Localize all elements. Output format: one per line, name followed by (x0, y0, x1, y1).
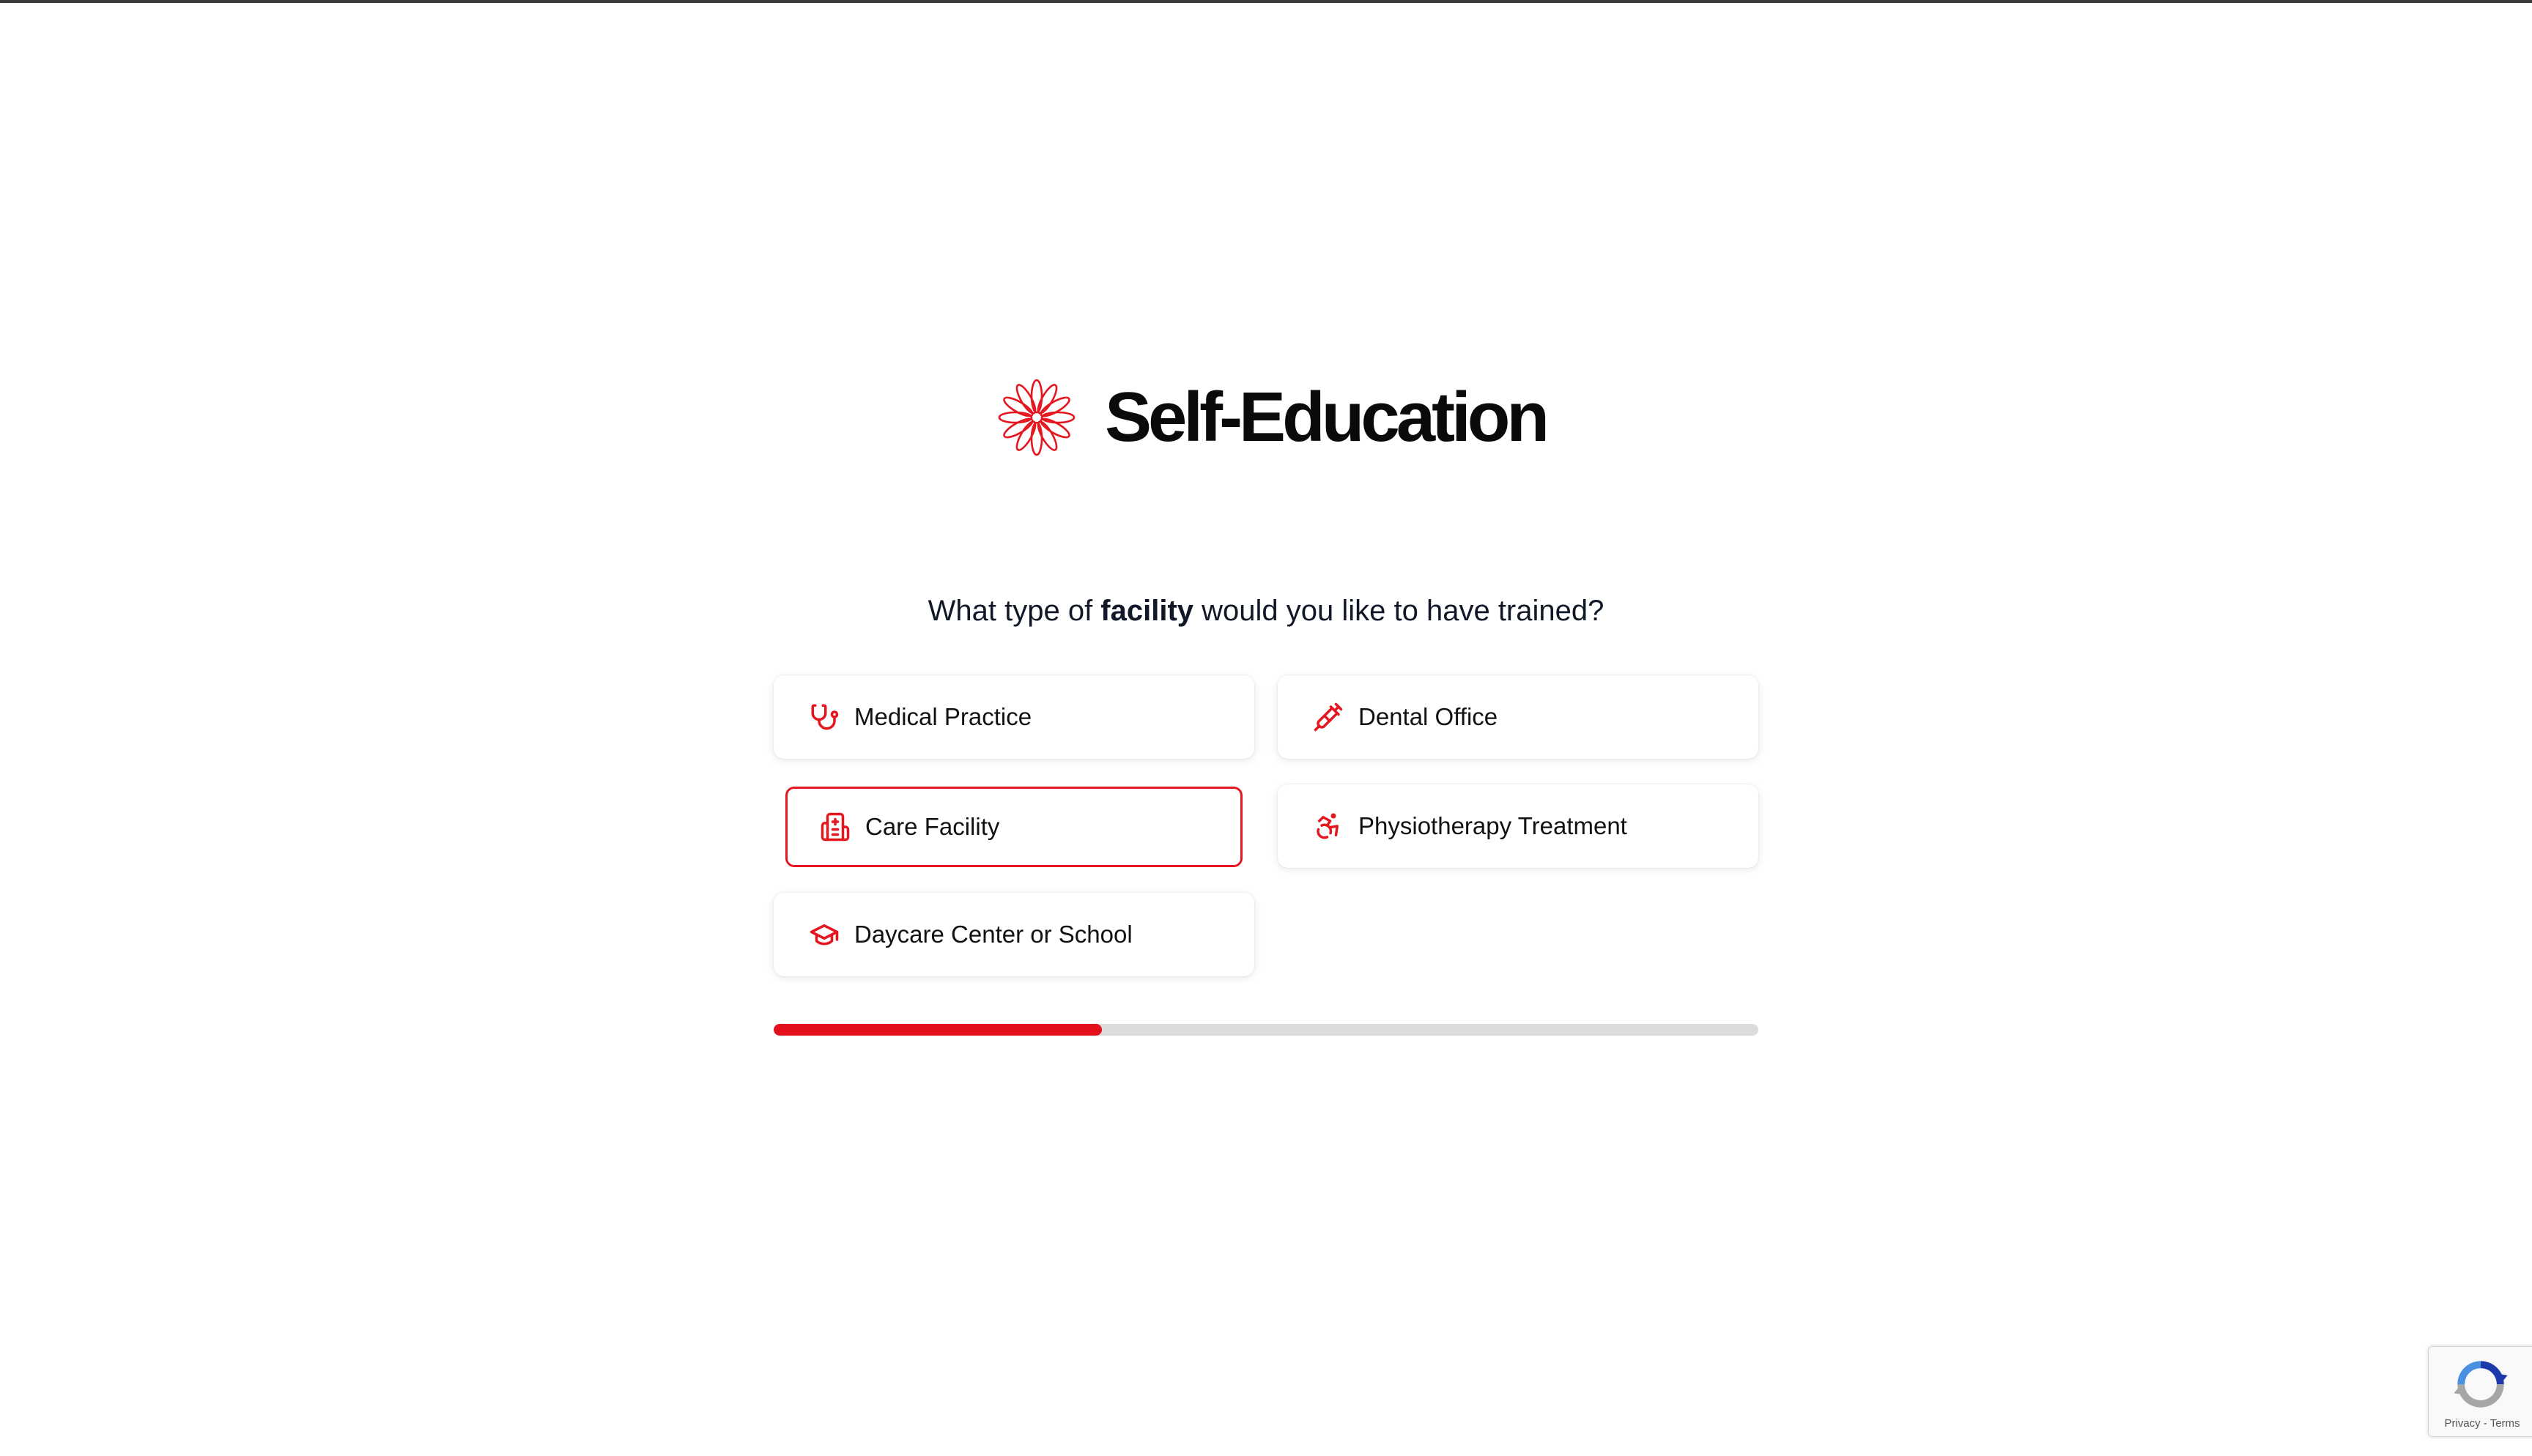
question-suffix: would you like to have trained? (1193, 595, 1604, 627)
recaptcha-icon (2454, 1361, 2508, 1408)
recaptcha-terms-link[interactable]: Terms (2490, 1417, 2520, 1430)
option-label: Medical Practice (854, 703, 1032, 730)
top-border (0, 0, 2532, 3)
accessibility-icon (1317, 813, 1339, 839)
hospital-building-icon (821, 812, 850, 842)
recaptcha-privacy-link[interactable]: Privacy (2444, 1417, 2480, 1430)
recaptcha-links: Privacy - Terms (2429, 1417, 2532, 1430)
option-label: Physiotherapy Treatment (1358, 812, 1627, 839)
brand-header: Self-Education (996, 374, 1550, 461)
flower-logo-icon (998, 379, 1076, 456)
graduation-cap-icon (810, 924, 839, 946)
option-daycare-center-or-school[interactable]: Daycare Center or School (774, 893, 1254, 976)
option-physiotherapy-treatment[interactable]: Physiotherapy Treatment (1278, 784, 1758, 868)
option-label: Care Facility (865, 813, 1000, 840)
question-prefix: What type of (928, 595, 1101, 627)
syringe-icon (1314, 702, 1343, 732)
question-emphasis: facility (1100, 595, 1194, 627)
recaptcha-separator: - (2480, 1417, 2490, 1430)
progress-bar (774, 1024, 1758, 1036)
option-label: Daycare Center or School (854, 921, 1133, 948)
option-medical-practice[interactable]: Medical Practice (774, 675, 1254, 759)
recaptcha-badge[interactable]: Privacy - Terms (2428, 1346, 2532, 1437)
stethoscope-icon (811, 704, 839, 730)
option-care-facility[interactable]: Care Facility (785, 787, 1243, 867)
option-label: Dental Office (1358, 703, 1498, 730)
progress-fill (774, 1024, 1102, 1036)
brand-title: Self-Education (1105, 378, 1550, 456)
question-heading: What type of facility would you like to … (774, 595, 1758, 628)
option-dental-office[interactable]: Dental Office (1278, 675, 1758, 759)
